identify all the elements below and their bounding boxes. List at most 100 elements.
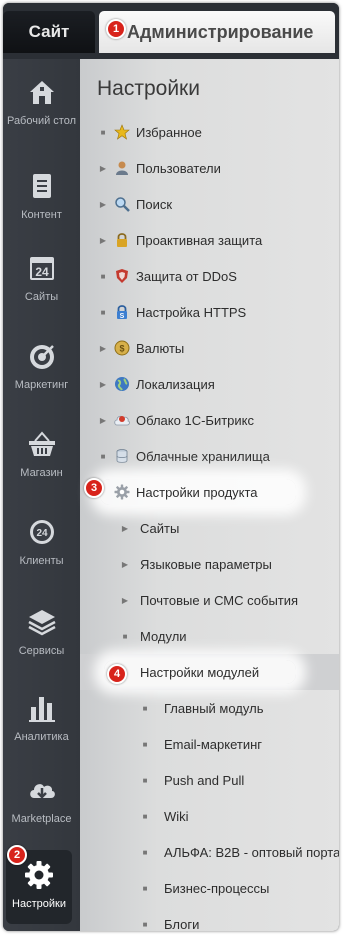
sidebar-item-label: Клиенты [19, 555, 64, 567]
sidebar-item-label: Рабочий стол [6, 115, 77, 127]
menu-item-label: Настройки модулей [140, 664, 260, 680]
sidebar-item-label: Настройки [12, 898, 66, 910]
svg-text:24: 24 [35, 265, 49, 279]
lock-icon [114, 232, 130, 248]
bullet-icon: ■ [142, 847, 148, 857]
bullet-icon: ■ [142, 811, 148, 821]
module-item-email-marketing[interactable]: ■ Email-маркетинг [80, 726, 339, 762]
menu-item-ddos[interactable]: ■ Защита от DDoS [80, 258, 339, 294]
sidebar-item-clients[interactable]: 24 Клиенты [3, 511, 80, 591]
submenu-item-sites[interactable]: ▶ Сайты [80, 510, 339, 546]
menu-item-cloud-storage[interactable]: ■ Облачные хранилища [80, 438, 339, 474]
bullet-icon: ■ [100, 307, 106, 317]
user-icon [114, 160, 130, 176]
menu-item-label: Облачные хранилища [136, 448, 270, 464]
shield-icon [114, 268, 130, 284]
sidebar-item-label: Сайты [24, 291, 59, 303]
bullet-icon: ■ [100, 271, 106, 281]
sidebar-item-marketing[interactable]: Маркетинг [3, 335, 80, 415]
document-icon [25, 169, 59, 203]
submenu-item-language-params[interactable]: ▶ Языковые параметры [80, 546, 339, 582]
expand-arrow-icon: ▶ [121, 595, 129, 605]
menu-item-https[interactable]: ■ S Настройка HTTPS [80, 294, 339, 330]
menu-item-search[interactable]: ▶ Поиск [80, 186, 339, 222]
menu-item-label: Модули [140, 628, 187, 644]
magnifier-icon [114, 196, 130, 212]
menu-item-label: Wiki [164, 808, 189, 824]
module-item-blogs[interactable]: ■ Блоги [80, 906, 339, 932]
bullet-icon: ■ [142, 883, 148, 893]
menu-item-bitrix-cloud[interactable]: ▶ Облако 1С-Битрикс [80, 402, 339, 438]
sidebar-item-content[interactable]: Контент [3, 165, 80, 245]
submenu-item-mail-sms-events[interactable]: ▶ Почтовые и СМС события [80, 582, 339, 618]
bitrix-cloud-icon [114, 412, 130, 428]
expand-arrow-icon: ▶ [99, 199, 107, 209]
left-sidebar: Рабочий стол Контент 24 Сайты Маркетинг … [3, 59, 80, 931]
gear-icon [22, 858, 56, 892]
sidebar-item-label: Контент [21, 209, 62, 221]
menu-item-localization[interactable]: ▶ Локализация [80, 366, 339, 402]
module-item-business-processes[interactable]: ■ Бизнес-процессы [80, 870, 339, 906]
menu-item-label: Защита от DDoS [136, 268, 237, 284]
basket-icon [25, 427, 59, 461]
sidebar-item-label: Магазин [20, 467, 63, 479]
svg-text:$: $ [119, 344, 124, 354]
expand-arrow-icon: ▶ [99, 415, 107, 425]
menu-item-favorites[interactable]: ■ Избранное [80, 114, 339, 150]
layers-icon [25, 605, 59, 639]
menu-item-users[interactable]: ▶ Пользователи [80, 150, 339, 186]
bullet-icon: ■ [142, 775, 148, 785]
tab-administration-label: Администрирование [127, 21, 314, 42]
module-item-alfa-b2b[interactable]: ■ АЛЬФА: B2B - оптовый портал [80, 834, 339, 870]
menu-item-label: Пользователи [136, 160, 221, 176]
sidebar-item-label: Аналитика [14, 731, 69, 743]
menu-item-label: Поиск [136, 196, 173, 212]
menu-item-label: Сайты [140, 520, 180, 536]
sidebar-item-services[interactable]: Сервисы [3, 601, 80, 681]
bullet-icon: ■ [100, 127, 106, 137]
menu-item-label: Настройка HTTPS [136, 304, 247, 320]
gear-small-icon [114, 484, 130, 500]
tab-site[interactable]: Сайт [3, 11, 95, 53]
sidebar-item-shop[interactable]: Магазин [3, 423, 80, 503]
module-item-main[interactable]: ■ Главный модуль [80, 690, 339, 726]
https-lock-icon: S [114, 304, 130, 320]
module-item-push-pull[interactable]: ■ Push and Pull [80, 762, 339, 798]
menu-item-currencies[interactable]: ▶ $ Валюты [80, 330, 339, 366]
menu-item-label: Блоги [164, 916, 200, 932]
clock-24-icon: 24 [25, 515, 59, 549]
top-tab-bar: Сайт Администрирование [3, 3, 339, 59]
sidebar-item-desktop[interactable]: Рабочий стол [3, 71, 80, 151]
menu-item-label: Настройки продукта [136, 484, 258, 500]
bullet-icon: ■ [122, 631, 128, 641]
coin-icon: $ [114, 340, 130, 356]
sidebar-item-marketplace[interactable]: Marketplace [3, 769, 80, 849]
tab-site-label: Сайт [28, 22, 70, 41]
sidebar-item-analytics[interactable]: Аналитика [3, 687, 80, 767]
menu-item-label: Почтовые и СМС события [140, 592, 299, 608]
tab-administration[interactable]: Администрирование [99, 11, 335, 53]
menu-item-label: Языковые параметры [140, 556, 272, 572]
home-icon [25, 75, 59, 109]
callout-badge-1: 1 [106, 19, 126, 39]
target-icon [25, 339, 59, 373]
star-icon [114, 124, 130, 140]
submenu-item-modules[interactable]: ■ Модули [80, 618, 339, 654]
callout-badge-4: 4 [107, 664, 127, 684]
menu-item-product-settings[interactable]: Настройки продукта [80, 474, 339, 510]
menu-item-label: Локализация [136, 376, 215, 392]
admin-window: Сайт Администрирование Рабочий стол Конт… [3, 3, 339, 931]
sidebar-item-label: Маркетинг [14, 379, 69, 391]
menu-item-label: Избранное [136, 124, 202, 140]
menu-item-label: Главный модуль [164, 700, 264, 716]
menu-item-label: Облако 1С-Битрикс [136, 412, 254, 428]
expand-arrow-icon: ▶ [99, 343, 107, 353]
cloud-download-icon [25, 773, 59, 807]
menu-item-proactive[interactable]: ▶ Проактивная защита [80, 222, 339, 258]
menu-item-label: Email-маркетинг [164, 736, 263, 752]
sidebar-item-label: Сервисы [18, 645, 65, 657]
sidebar-item-sites[interactable]: 24 Сайты [3, 247, 80, 327]
menu-item-label: Валюты [136, 340, 185, 356]
module-item-wiki[interactable]: ■ Wiki [80, 798, 339, 834]
expand-arrow-icon: ▶ [99, 379, 107, 389]
